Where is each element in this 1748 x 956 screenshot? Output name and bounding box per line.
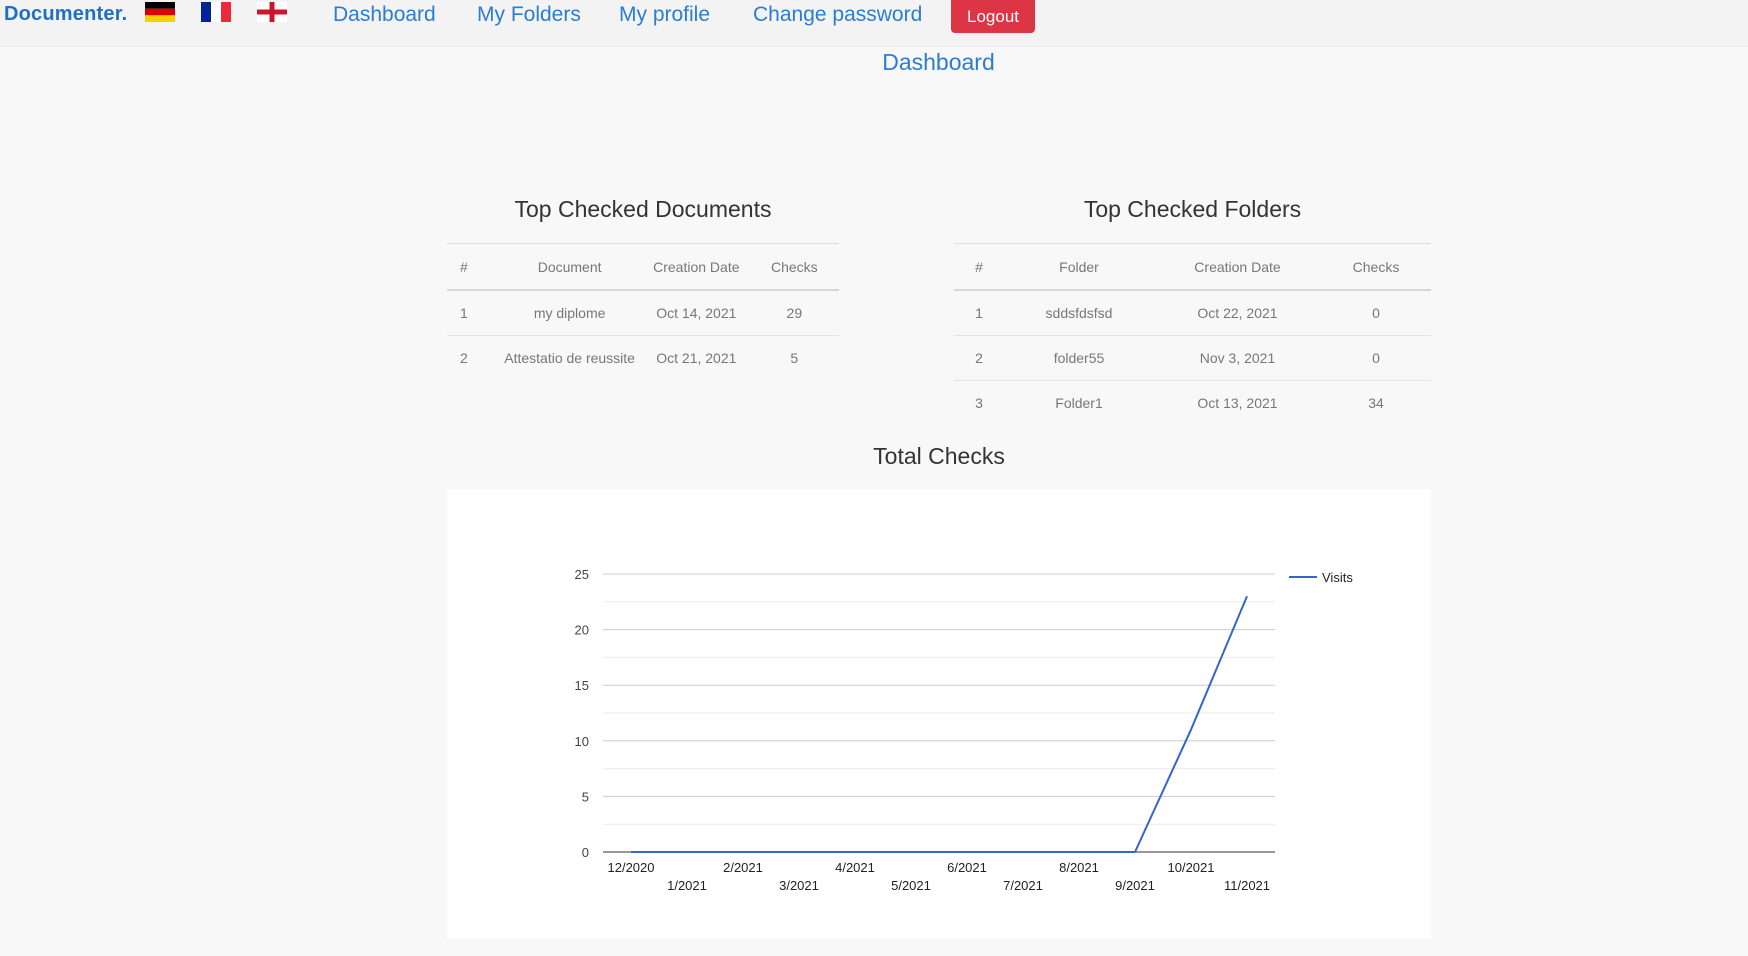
chart-section-title: Total Checks	[873, 443, 1005, 469]
logout-button[interactable]: Logout	[951, 0, 1035, 33]
nav-my-folders-link[interactable]: My Folders	[477, 3, 581, 27]
x-tick-label: 5/2021	[891, 878, 931, 893]
table-row[interactable]: 2 Attestatio de reussite Oct 21, 2021 5	[447, 336, 839, 381]
total-checks-chart: 0 5 10 15 20 25 12/2020 1/2021 2/2021 3/2021 4/202…	[447, 489, 1431, 938]
x-tick-label: 2/2021	[723, 860, 763, 875]
column-header[interactable]: Folder	[1004, 243, 1154, 291]
column-header[interactable]: #	[447, 243, 497, 291]
table-row[interactable]: 3 Folder1 Oct 13, 2021 34	[954, 381, 1431, 426]
y-tick-label: 15	[575, 678, 589, 693]
x-tick-label: 7/2021	[1003, 878, 1043, 893]
creation-date: Nov 3, 2021	[1154, 335, 1321, 381]
table-row[interactable]: 1 sddsfdsfsd Oct 22, 2021 0	[954, 290, 1431, 336]
y-tick-label: 5	[582, 789, 589, 804]
nav-dashboard-link[interactable]: Dashboard	[333, 3, 436, 27]
column-header[interactable]: Checks	[1321, 243, 1431, 291]
page-title: Dashboard	[882, 49, 995, 75]
x-tick-label: 1/2021	[667, 878, 707, 893]
creation-date: Oct 21, 2021	[656, 350, 737, 366]
creation-date: Oct 22, 2021	[1154, 290, 1321, 336]
x-tick-label: 12/2020	[608, 860, 655, 875]
row-index: 1	[954, 290, 1004, 336]
x-tick-label: 10/2021	[1168, 860, 1215, 875]
creation-date: Oct 14, 2021	[643, 290, 750, 336]
y-tick-label: 20	[575, 623, 589, 638]
folder-name[interactable]: folder55	[1004, 335, 1154, 381]
german-flag-icon[interactable]	[145, 2, 175, 22]
x-tick-label: 4/2021	[835, 860, 875, 875]
table-row[interactable]: 1 my diplome Oct 14, 2021 29	[447, 290, 839, 336]
creation-date: Oct 13, 2021	[1197, 395, 1278, 411]
folders-table: # Folder Creation Date Checks 1 sddsfdsf…	[954, 243, 1431, 425]
french-flag-icon[interactable]	[201, 2, 231, 22]
column-header[interactable]: Creation Date	[1154, 243, 1321, 291]
column-header[interactable]: Document	[496, 243, 644, 291]
english-flag-icon[interactable]	[257, 2, 287, 22]
document-name[interactable]: my diplome	[496, 290, 644, 336]
column-header[interactable]: Creation Date	[643, 243, 750, 291]
folder-name[interactable]: Folder1	[1004, 381, 1154, 426]
table-row[interactable]: 2 folder55 Nov 3, 2021 0	[954, 335, 1431, 381]
documents-table: # Document Creation Date Checks 1 my dip…	[447, 243, 839, 380]
checks-count: 5	[790, 350, 799, 366]
top-navbar: Documenter. Dashboard My Folders My prof…	[0, 0, 1748, 47]
row-index: 2	[460, 350, 468, 366]
x-tick-label: 11/2021	[1224, 878, 1270, 893]
column-header[interactable]: Checks	[749, 243, 839, 291]
x-tick-label: 6/2021	[947, 860, 987, 875]
row-index: 1	[447, 290, 497, 336]
brand-logo[interactable]: Documenter.	[4, 3, 127, 26]
y-tick-label: 10	[575, 734, 589, 749]
x-tick-label: 9/2021	[1115, 878, 1155, 893]
nav-change-password-link[interactable]: Change password	[753, 3, 922, 27]
legend-label: Visits	[1322, 570, 1353, 585]
checks-count: 0	[1321, 335, 1431, 381]
checks-count: 34	[1368, 395, 1384, 411]
column-header[interactable]: #	[954, 243, 1004, 291]
checks-count: 29	[749, 290, 839, 336]
folders-section-title: Top Checked Folders	[1083, 196, 1302, 222]
x-tick-label: 8/2021	[1059, 860, 1099, 875]
y-tick-label: 0	[582, 845, 589, 860]
document-name[interactable]: Attestatio de reussite	[496, 336, 643, 381]
documents-table-header: # Document Creation Date Checks	[447, 243, 839, 291]
row-index: 2	[954, 335, 1004, 381]
chart-canvas: 0 5 10 15 20 25 12/2020 1/2021 2/2021 3/2021 4/202…	[575, 567, 1354, 893]
folder-name[interactable]: sddsfdsfsd	[1004, 290, 1154, 336]
checks-count: 0	[1321, 290, 1431, 336]
row-index: 3	[975, 395, 983, 411]
documents-section-title: Top Checked Documents	[514, 196, 772, 222]
folders-table-header: # Folder Creation Date Checks	[954, 243, 1431, 291]
nav-my-profile-link[interactable]: My profile	[619, 3, 710, 27]
x-tick-label: 3/2021	[779, 878, 819, 893]
y-tick-label: 25	[575, 567, 589, 582]
series-line	[631, 595, 1248, 853]
